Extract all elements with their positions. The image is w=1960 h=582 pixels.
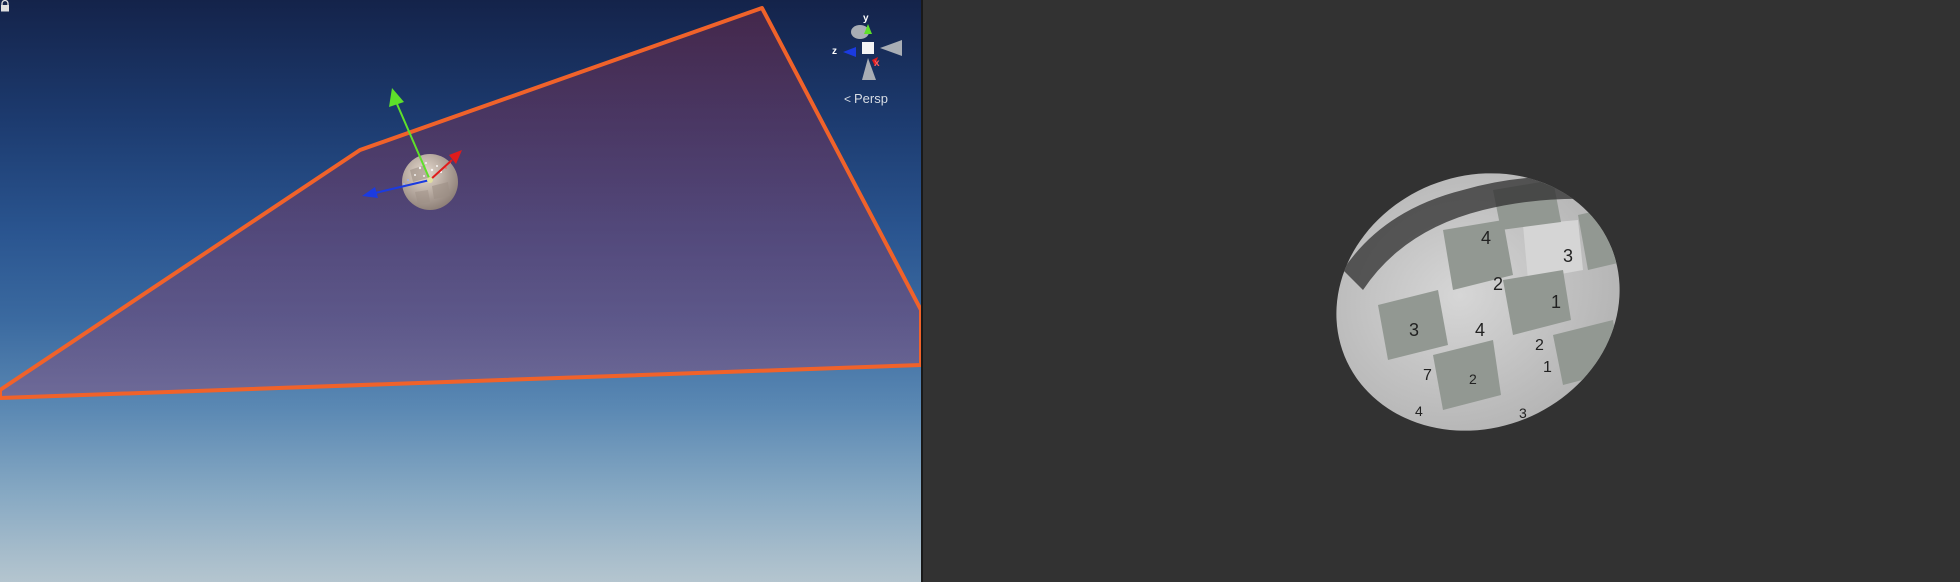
preview-canvas: 4 3 2 1 3 4 2 1 7 2 4 3 (1336, 173, 1631, 431)
editor-root: y z x < Persp 4 3 2 1 3 4 2 1 7 2 4 3 (0, 0, 1960, 582)
camera-mode-toggle[interactable]: < Persp (844, 91, 888, 106)
sphere-label: 2 (1469, 371, 1477, 387)
scene-view[interactable]: y z x < Persp (0, 0, 921, 582)
gizmo-x-label: x (874, 58, 880, 69)
sphere-label: 2 (1493, 274, 1503, 294)
sphere-label: 3 (1409, 320, 1419, 340)
lock-icon[interactable] (0, 0, 10, 12)
orientation-gizmo[interactable] (843, 24, 902, 80)
sphere-label: 4 (1475, 320, 1485, 340)
preview-view[interactable]: 4 3 2 1 3 4 2 1 7 2 4 3 (923, 0, 1960, 582)
gizmo-y-label: y (863, 13, 869, 24)
sphere-label: 4 (1481, 228, 1491, 248)
sphere-label: 2 (1535, 337, 1544, 354)
sphere-label: 3 (1563, 246, 1573, 266)
scene-canvas[interactable] (0, 0, 921, 582)
sphere-label: 3 (1519, 405, 1527, 421)
sphere-label: 7 (1423, 367, 1432, 384)
camera-frustum[interactable] (0, 6, 921, 400)
camera-mode-label: Persp (854, 91, 888, 106)
preview-sphere: 4 3 2 1 3 4 2 1 7 2 4 3 (1336, 173, 1631, 431)
sphere-label: 4 (1415, 403, 1423, 419)
sphere-label: 1 (1543, 359, 1552, 376)
y-axis-handle (389, 88, 404, 107)
sphere-label: 1 (1551, 292, 1561, 312)
gizmo-z-label: z (832, 46, 837, 57)
persp-chevron-icon: < (844, 91, 852, 106)
